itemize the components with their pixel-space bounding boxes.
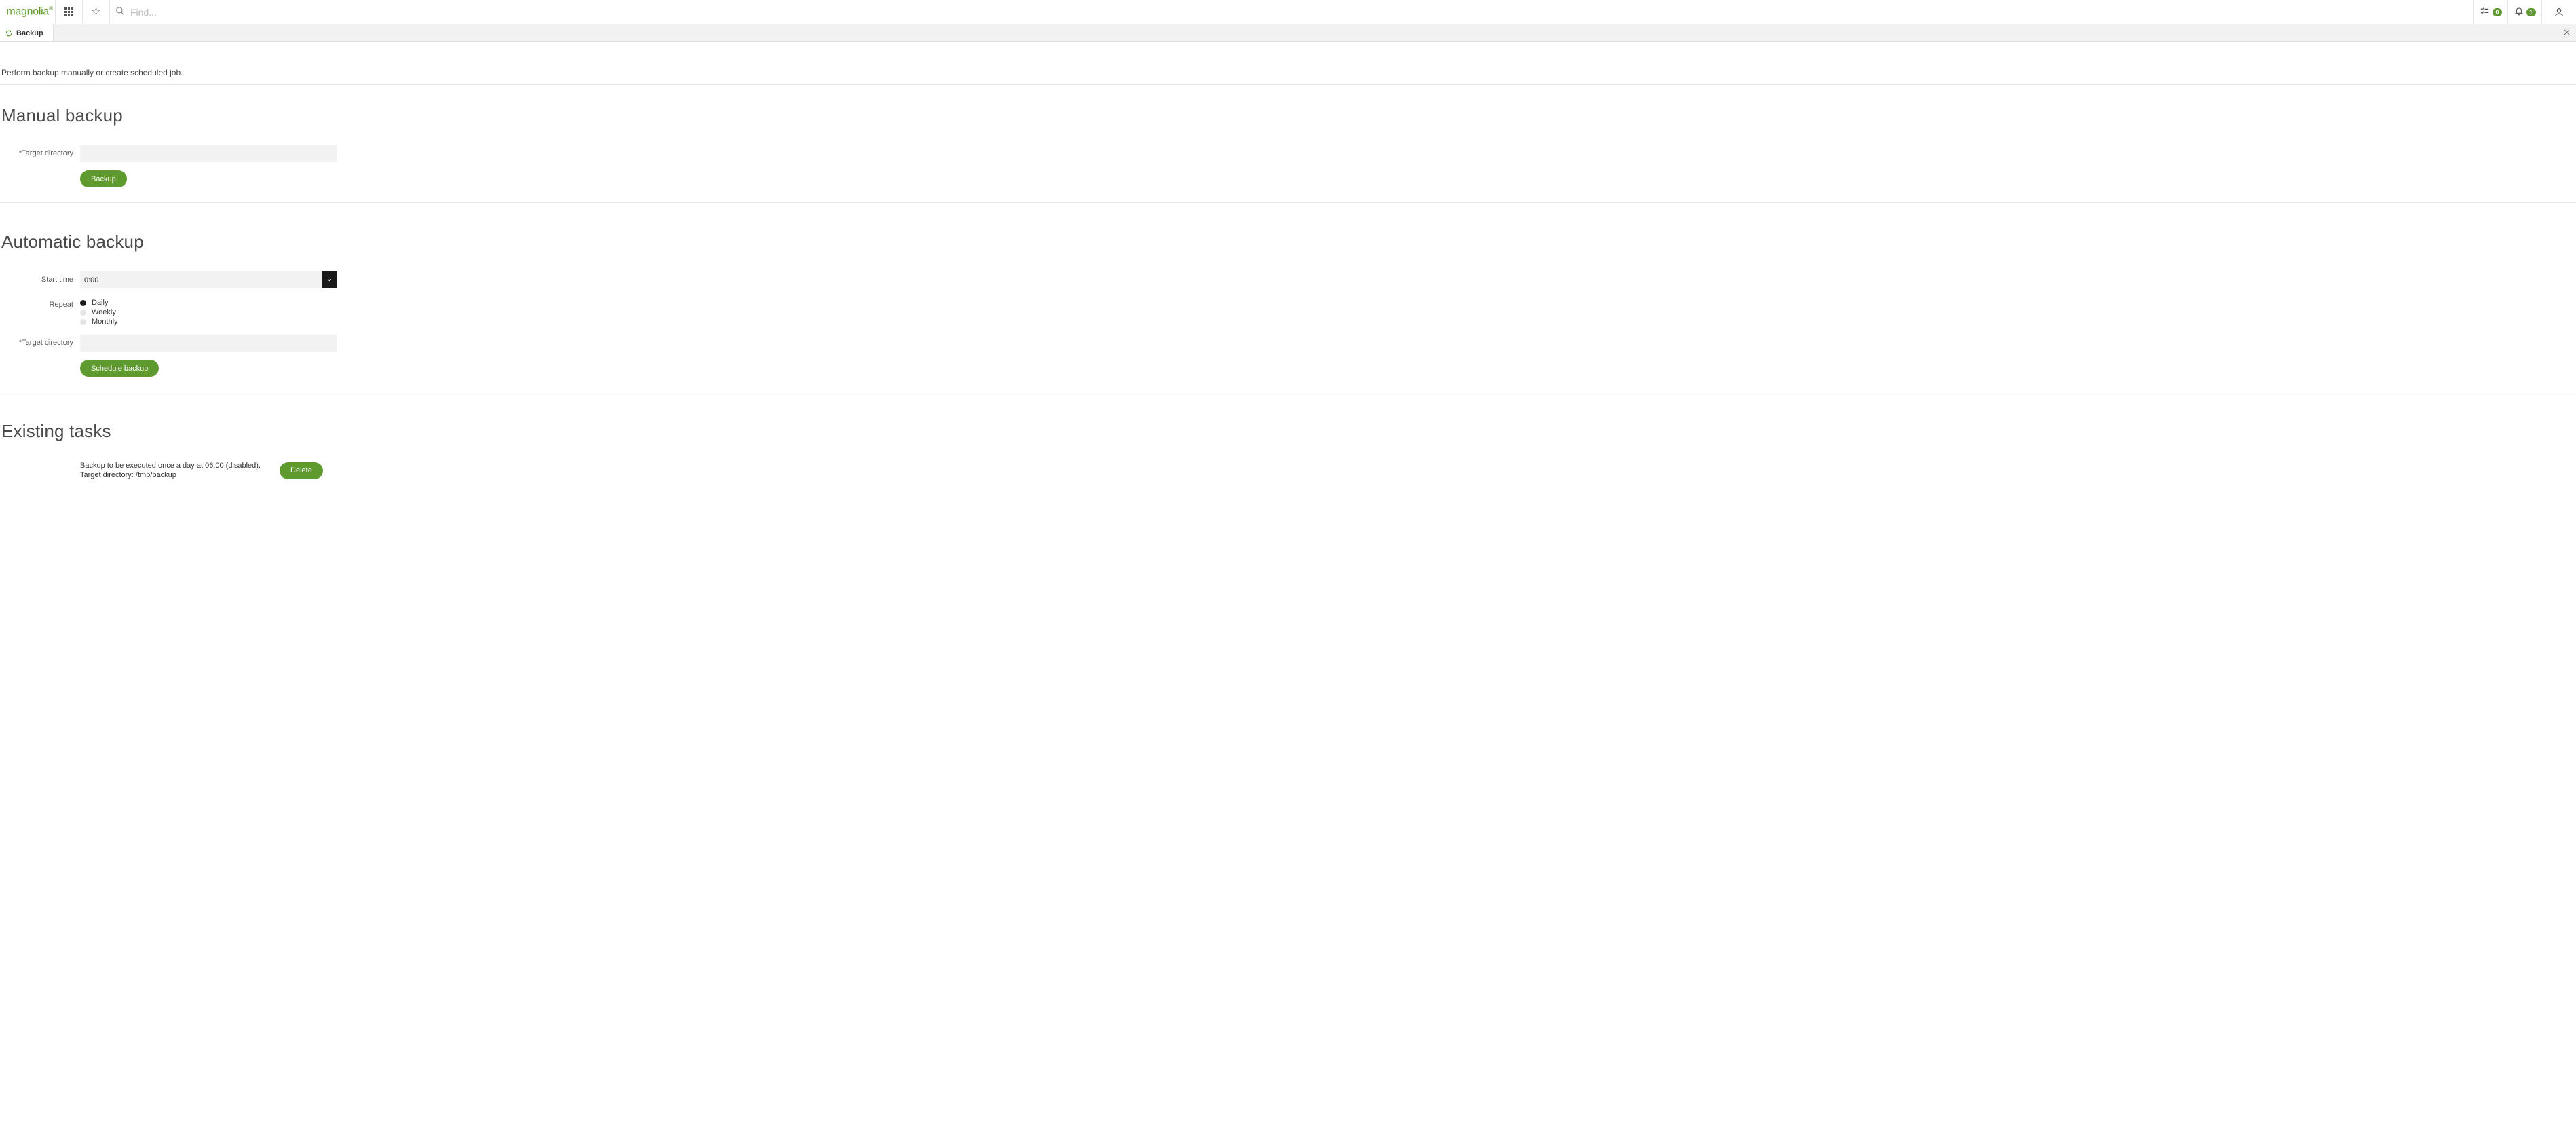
user-icon <box>2554 7 2564 18</box>
task-row: Backup to be executed once a day at 06:0… <box>80 461 2576 480</box>
existing-tasks-heading: Existing tasks <box>1 421 2576 442</box>
search-icon <box>115 6 125 18</box>
starttime-row: Start time 0:00 <box>0 271 2576 288</box>
manual-target-label: *Target directory <box>0 145 80 157</box>
tasks-badge: 0 <box>2493 8 2502 16</box>
manual-backup-heading: Manual backup <box>1 105 2576 126</box>
repeat-option-label: Monthly <box>92 317 118 326</box>
starttime-select[interactable]: 0:00 <box>80 271 337 288</box>
app-tab-bar: Backup <box>0 24 2576 42</box>
app-tab-label: Backup <box>16 29 43 37</box>
brand-logo-registered: ® <box>49 5 53 12</box>
repeat-option-monthly[interactable]: Monthly <box>80 317 337 326</box>
user-menu-button[interactable] <box>2542 0 2576 24</box>
close-tab-button[interactable] <box>2557 24 2576 41</box>
tasks-button[interactable]: 0 <box>2474 0 2508 24</box>
manual-target-input[interactable] <box>80 145 337 162</box>
chevron-down-icon <box>326 277 333 283</box>
grid-icon <box>64 7 74 17</box>
search-input[interactable] <box>130 7 2467 18</box>
section-manual-backup: Manual backup *Target directory Backup <box>0 105 2576 187</box>
search-cell <box>110 0 2474 24</box>
logo-cell: magnolia® <box>0 0 56 24</box>
task-line-2: Target directory: /tmp/backup <box>80 470 261 480</box>
task-line-1: Backup to be executed once a day at 06:0… <box>80 461 261 470</box>
repeat-row: Repeat Daily Weekly Monthly <box>0 297 2576 326</box>
section-automatic-backup: Automatic backup Start time 0:00 R <box>0 231 2576 377</box>
automatic-target-label: *Target directory <box>0 335 80 347</box>
refresh-icon <box>5 30 12 37</box>
repeat-option-weekly[interactable]: Weekly <box>80 307 337 317</box>
divider <box>0 202 2576 203</box>
page-content: Perform backup manually or create schedu… <box>0 42 2576 491</box>
star-icon: ☆ <box>91 7 100 18</box>
automatic-backup-heading: Automatic backup <box>1 231 2576 252</box>
repeat-option-label: Daily <box>92 298 108 307</box>
header-right: 0 1 <box>2474 0 2576 24</box>
section-existing-tasks: Existing tasks Backup to be executed onc… <box>0 421 2576 491</box>
notifications-badge: 1 <box>2526 8 2536 16</box>
page-intro: Perform backup manually or create schedu… <box>0 42 2576 85</box>
notifications-button[interactable]: 1 <box>2508 0 2542 24</box>
backup-button[interactable]: Backup <box>80 170 127 187</box>
manual-target-row: *Target directory <box>0 145 2576 162</box>
radio-unselected-icon <box>80 310 86 316</box>
task-description: Backup to be executed once a day at 06:0… <box>80 461 261 480</box>
repeat-option-daily[interactable]: Daily <box>80 298 337 307</box>
close-icon <box>2563 29 2571 38</box>
app-launcher-button[interactable] <box>56 0 83 24</box>
app-tab-backup[interactable]: Backup <box>0 24 54 41</box>
repeat-radio-group: Daily Weekly Monthly <box>80 297 337 326</box>
favorite-button[interactable]: ☆ <box>83 0 110 24</box>
starttime-dropdown-button[interactable] <box>322 271 337 288</box>
brand-logo-text: magnolia <box>6 6 49 18</box>
automatic-target-input[interactable] <box>80 335 337 352</box>
top-header: magnolia® ☆ <box>0 0 2576 24</box>
automatic-target-row: *Target directory <box>0 335 2576 352</box>
starttime-value: 0:00 <box>80 271 322 288</box>
repeat-option-label: Weekly <box>92 307 116 317</box>
brand-logo: magnolia® <box>6 5 52 18</box>
radio-unselected-icon <box>80 319 86 325</box>
repeat-label: Repeat <box>0 297 80 309</box>
schedule-backup-button[interactable]: Schedule backup <box>80 360 159 377</box>
radio-selected-icon <box>80 300 86 306</box>
starttime-label: Start time <box>0 271 80 284</box>
delete-task-button[interactable]: Delete <box>280 462 323 479</box>
bell-icon <box>2514 6 2524 18</box>
tasks-icon <box>2480 6 2490 18</box>
